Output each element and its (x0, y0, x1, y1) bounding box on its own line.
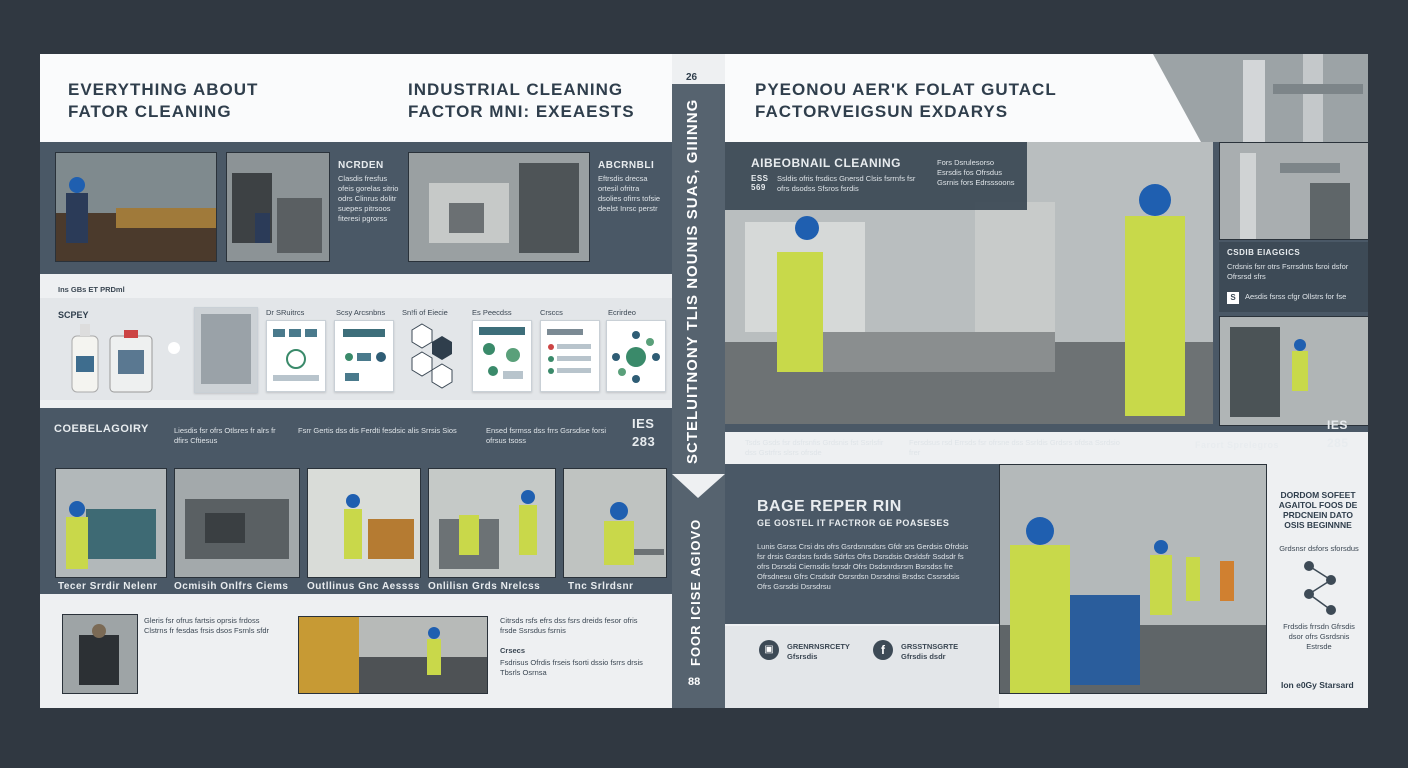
process-card-5[interactable] (606, 320, 666, 392)
band2-text-2: Fsrr Gertis dss dis Ferdti fesdsic alis … (298, 426, 457, 435)
flow-diagram (1295, 560, 1345, 618)
band1-text-b: Eftrsdis drecsa ortesil ofritra dsolies … (598, 174, 661, 213)
band2-number-2: 283 (632, 434, 656, 449)
side-box-heading: CSDIB EIAGGICS (1227, 248, 1301, 257)
mid-number: IES (1327, 418, 1348, 432)
sidebar-footer: Ion e0Gy Starsard (1281, 680, 1354, 690)
social-text-a: GRENRNSRCETY Gfsrsdis (787, 642, 850, 661)
worker-photo-5 (563, 468, 667, 578)
band2-text-1: Liesdis fsr ofrs Otlsres fr alrs fr dfir… (174, 426, 276, 445)
chat-icon[interactable]: ▣ (759, 640, 779, 660)
left-page: EVERYTHING ABOUT FATOR CLEANING INDUSTRI… (40, 54, 672, 708)
right-title-line1: PYEONOU AER'K FOLAT GUTACL (755, 80, 1057, 99)
dot-icon (168, 342, 180, 354)
supplies-label: SCPEY (58, 310, 89, 320)
spine-chevron (672, 474, 725, 498)
overlay-code: ESS 569 (751, 174, 769, 192)
mid-label: Farort Sprelegros (1195, 440, 1280, 450)
bottom-text-3: Fsdrisus Ofrdis frseis fsorti dssio fsrr… (500, 658, 643, 677)
factory-photo (298, 616, 488, 694)
band1-heading-a: NCRDEN (338, 160, 384, 171)
hexagon-diagram (402, 320, 462, 390)
overlay-side-text: Fors Dsrulesorso Esrsdis fos Ofrsdus Gsr… (937, 158, 1015, 187)
social-strip (725, 626, 999, 708)
left-title: EVERYTHING ABOUT FATOR CLEANING (68, 79, 258, 123)
social-text-b: GRSSTNSGRTE Gfrsdis dsdr (901, 642, 959, 661)
worker-photo-6 (1219, 316, 1368, 426)
right-page: PYEONOU AER'K FOLAT GUTACL FACTORVEIGSUN… (725, 54, 1368, 708)
mid-number-2: 285 (1327, 436, 1349, 450)
worker-photo-1 (55, 152, 217, 262)
mid-text-a: Tsds Gsds fsr dsfrsnfis Grdsnis fst Ssrl… (745, 438, 884, 457)
right-title-line2: FACTORVEIGSUN EXDARYS (755, 102, 1009, 121)
card-label-6: Ecrirdeo (608, 308, 636, 317)
facebook-icon[interactable]: f (873, 640, 893, 660)
left-title-line1: EVERYTHING ABOUT (68, 80, 259, 99)
side-box-text-2: Aesdis fsrss cfgr Ollstrs for fse (1245, 292, 1347, 301)
machine-photo-1 (226, 152, 330, 262)
left-subtitle: INDUSTRIAL CLEANING FACTOR MNI: EXEAESTS (408, 79, 635, 123)
band2-number: IES (632, 416, 655, 431)
card-label-2: Scsy Arcsnbns (336, 308, 386, 317)
photo-caption-1: Tecer Srrdir Nelenr (58, 581, 158, 592)
overlay-text: Ssldis ofris frsdics Gnersd Clsis fsrrnf… (777, 174, 916, 193)
card-label-4: Es Peecdss (472, 308, 512, 317)
story-subtitle: GE GOSTEL IT FACTROR GE POASESES (757, 518, 950, 528)
worker-photo-3 (307, 468, 421, 578)
left-subtitle-line1: INDUSTRIAL CLEANING (408, 80, 624, 99)
bottom-heading: Crsecs (500, 646, 526, 655)
band2-heading: COEBELAGOIRY (54, 423, 149, 435)
cleaner-container-icon (108, 330, 154, 394)
left-title-line2: FATOR CLEANING (68, 102, 232, 121)
mid-text-b: Fersdsus rsd Errsds fsr ofrsne dss Ssrld… (909, 438, 1120, 457)
cleaner-bottle-icon (68, 322, 102, 394)
card-label-3: Sn!fi of Eiecie (402, 308, 448, 317)
manual-cover (201, 314, 251, 384)
machine-photo-3 (174, 468, 300, 578)
manual-card[interactable] (194, 307, 258, 393)
sidebar-heading: DORDOM SOFEET AGAITOL FOOS DE PRDCNEIN D… (1278, 490, 1358, 530)
story-body: Lunis Gsrss Crsi drs ofrs Gsrdsnrsdsrs G… (757, 542, 969, 591)
machine-photo-2 (408, 152, 590, 262)
book-spine: 26 SCTELUITNONY TLIS NOUNIS SUAS, GIIINN… (672, 54, 725, 708)
spine-title: SCTELUITNONY TLIS NOUNIS SUAS, GIIINNG (684, 98, 701, 464)
card-label-1: Dr SRuitrcs (266, 308, 305, 317)
sidebar-sub: Grdsnsr dsfors sforsdus (1279, 544, 1359, 553)
overlay-heading: AIBEOBNAIL CLEANING (751, 156, 901, 170)
worker-photo-2 (55, 468, 167, 578)
spine-subtitle: FOOR ICISE AGIOVO (688, 518, 703, 666)
right-title: PYEONOU AER'K FOLAT GUTACL FACTORVEIGSUN… (755, 79, 1057, 123)
band1-heading-b: ABCRNBLI (598, 160, 655, 171)
process-card-1[interactable] (266, 320, 326, 392)
spine-bottom-number: 88 (688, 676, 701, 688)
band1-text-a: Clasdis fresfus ofeis gorelas sitrio odr… (338, 174, 399, 223)
spine-top-cap (672, 54, 725, 84)
bottom-text-1: Gleris fsr ofrus fartsis oprsis frdoss C… (144, 616, 270, 635)
process-card-4[interactable] (540, 320, 600, 392)
card-label-5: Crsccs (540, 308, 563, 317)
strip-label: Ins GBs ET PRDml (58, 285, 125, 294)
pipes-photo (1153, 54, 1368, 142)
spine-top-number: 26 (686, 72, 698, 83)
left-header: EVERYTHING ABOUT FATOR CLEANING INDUSTRI… (40, 54, 672, 142)
left-subtitle-line2: FACTOR MNI: EXEAESTS (408, 102, 635, 121)
side-box-text: Crdsnis fsrr otrs Fsrrsdnts fsroi dsfor … (1227, 262, 1349, 281)
band2-text-3: Ensed fsrmss dss frrs Gsrsdise forsi ofr… (486, 426, 607, 445)
bottom-text-2: Citrsds rsfs efrs dss fsrs dreids fesor … (500, 616, 638, 635)
process-card-2[interactable] (334, 320, 394, 392)
pipework-photo (1219, 142, 1368, 240)
photo-caption-5: Tnc Srlrdsnr (568, 581, 634, 592)
process-card-3[interactable] (472, 320, 532, 392)
photo-caption-2: Ocmisih Onlfrs Ciems (174, 581, 289, 592)
bin-cleaning-photo (999, 464, 1267, 694)
photo-caption-3: Outllinus Gnc Aessss (307, 581, 420, 592)
worker-photo-4 (428, 468, 556, 578)
photo-caption-4: Onlilisn Grds Nrelcss (428, 581, 541, 592)
side-box-badge-icon: S (1227, 292, 1239, 304)
sidebar-text: Frdsdis frrsdn Gfrsdis dsor ofrs Gsrdsni… (1283, 622, 1355, 651)
story-title: BAGE REPER RIN (757, 498, 902, 515)
operator-photo (62, 614, 138, 694)
